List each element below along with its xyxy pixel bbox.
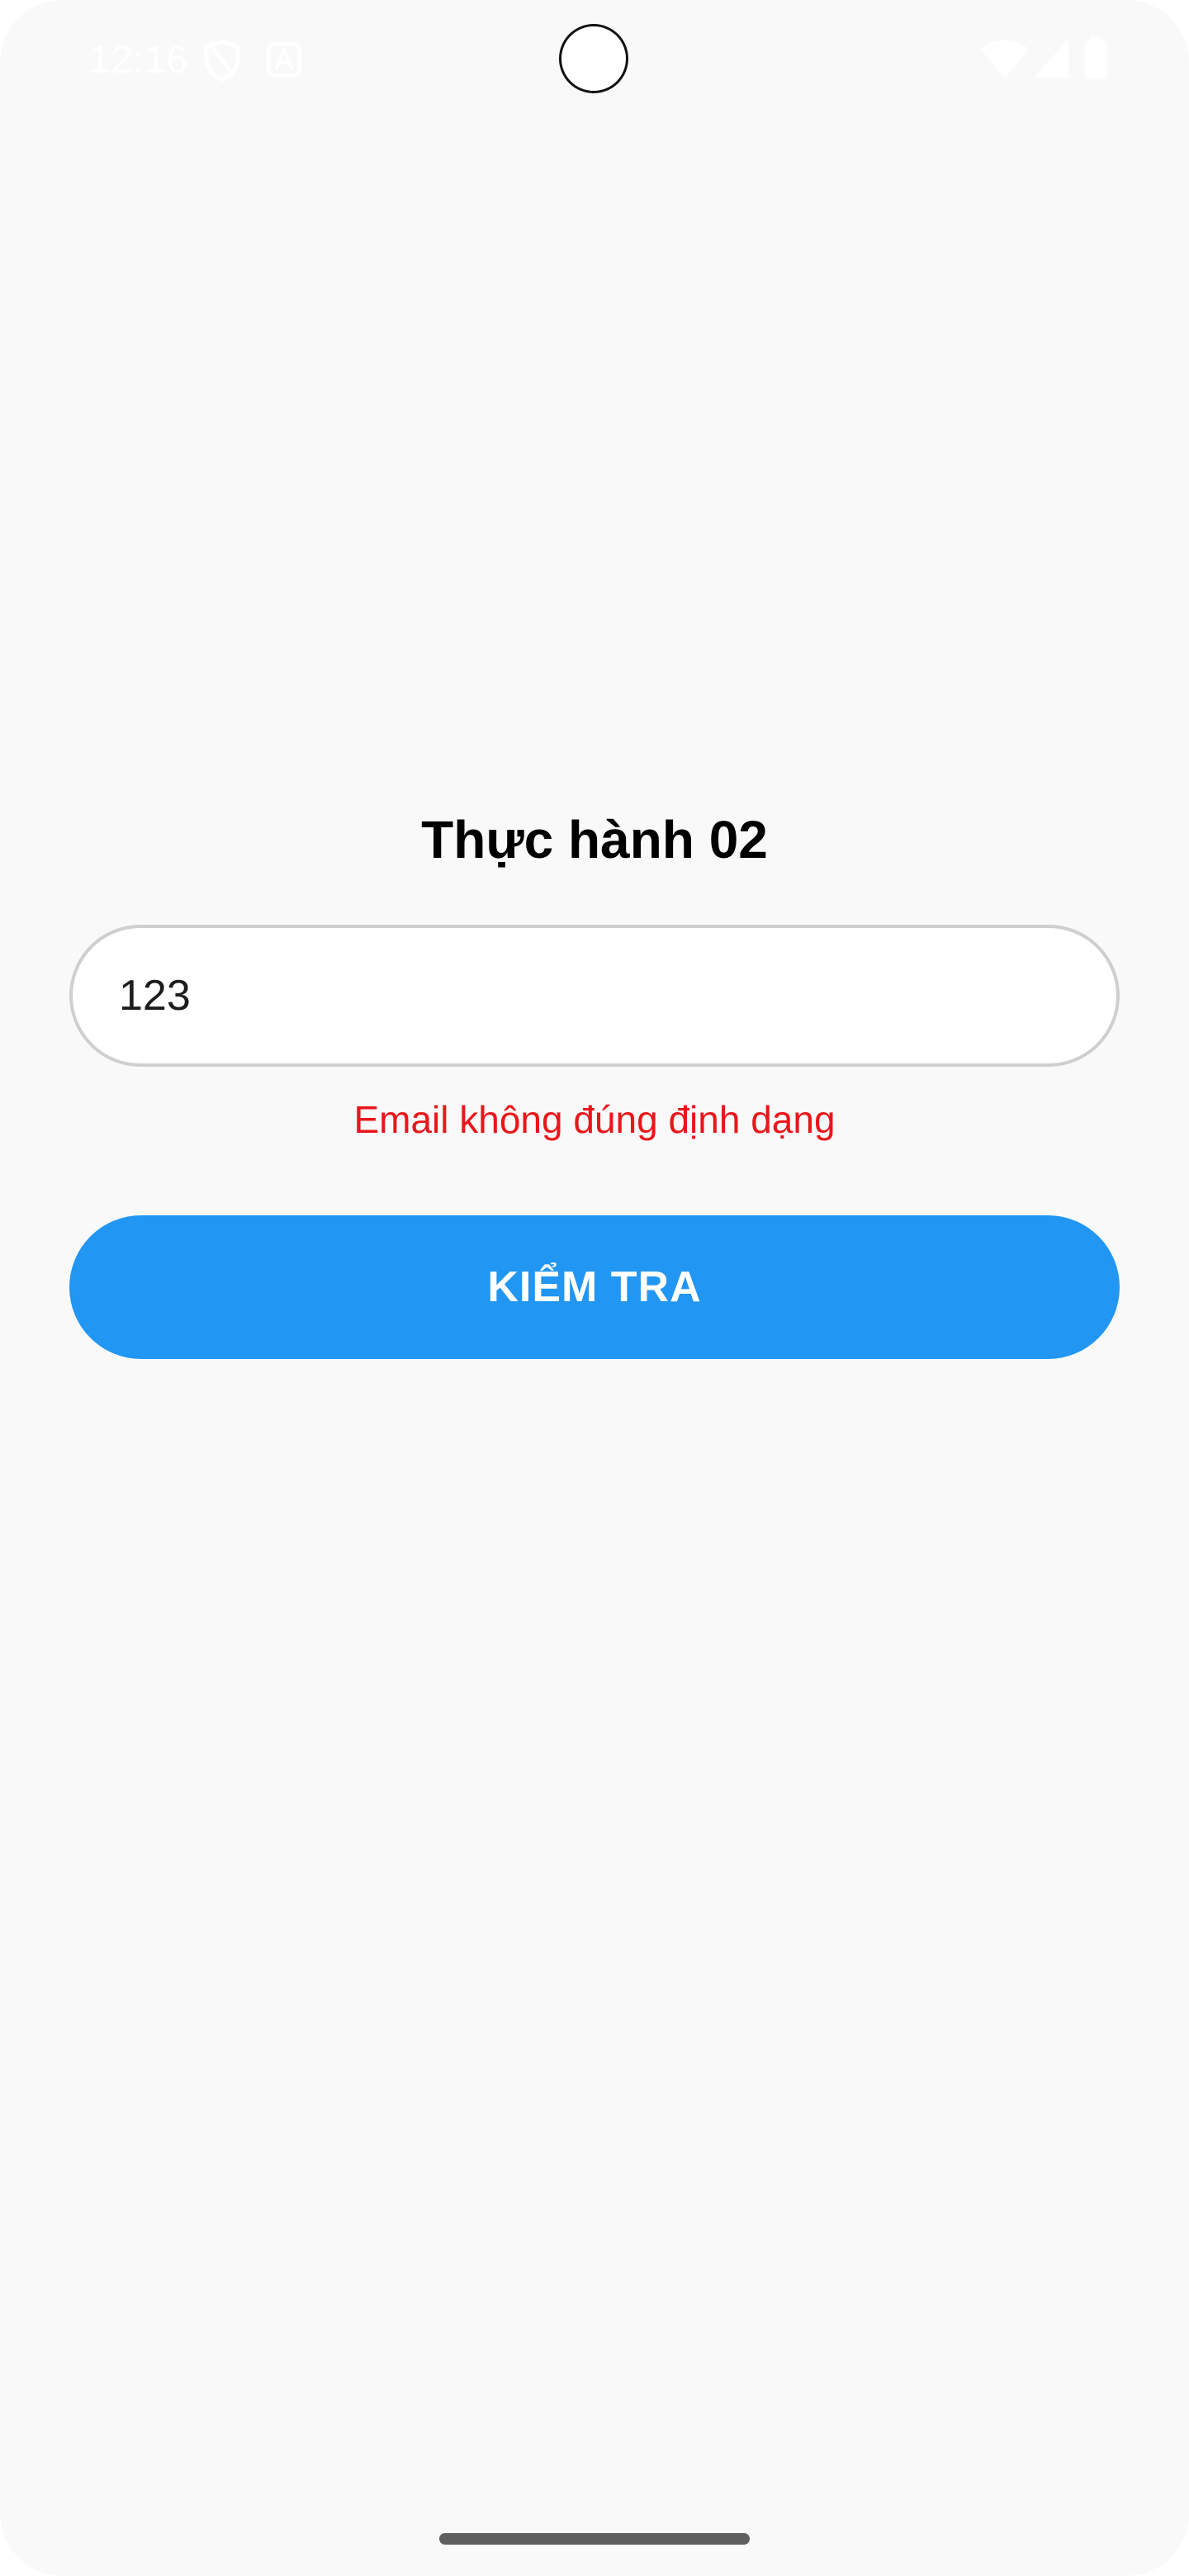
phone-screen: 12:16 Thực hành 02 123 Email không đúng … xyxy=(0,0,1189,2576)
wifi-icon xyxy=(981,40,1029,82)
check-button[interactable]: KIỂM TRA xyxy=(69,1215,1120,1359)
email-error-message: Email không đúng định dạng xyxy=(353,1098,836,1141)
email-input[interactable] xyxy=(69,925,1120,1067)
camera-cutout xyxy=(559,24,628,93)
status-time: 12:16 xyxy=(89,38,189,81)
page-title: Thực hành 02 xyxy=(421,810,768,869)
shield-icon xyxy=(201,38,243,87)
battery-icon xyxy=(1083,36,1108,83)
a-badge-icon xyxy=(266,41,302,82)
signal-icon xyxy=(1034,40,1068,82)
gesture-nav-handle[interactable] xyxy=(439,2533,750,2545)
